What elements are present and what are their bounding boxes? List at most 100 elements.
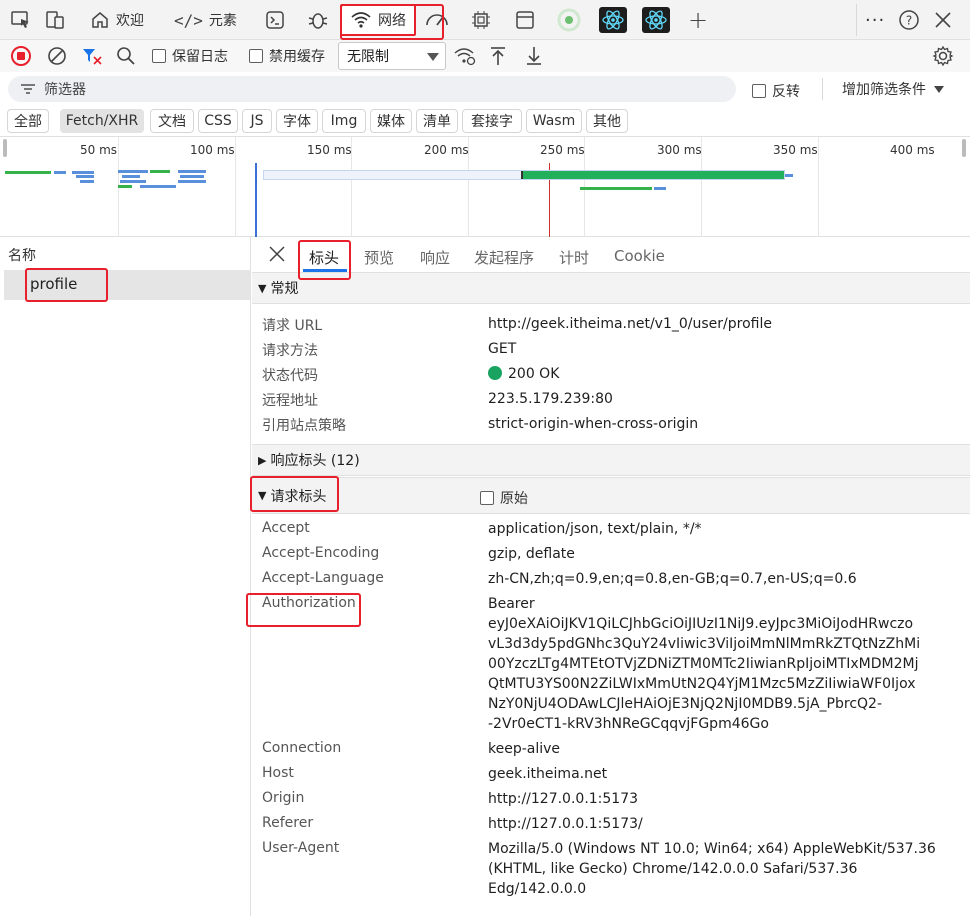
chip-js[interactable]: JS	[242, 109, 272, 133]
timeline-tick-label: 150 ms	[307, 143, 352, 157]
timeline-left-handle[interactable]	[3, 139, 7, 157]
settings-gear-icon[interactable]	[932, 44, 954, 68]
extension-green-icon[interactable]	[557, 7, 581, 33]
timeline-gridline	[818, 137, 819, 237]
name-column-header[interactable]: 名称	[0, 237, 250, 269]
chip-wasm[interactable]: Wasm	[526, 109, 582, 133]
chip-font[interactable]: 字体	[276, 109, 318, 133]
divider	[822, 78, 823, 100]
filter-clear-icon[interactable]	[80, 44, 104, 68]
timeline-bar	[76, 175, 94, 178]
timeline-tick-label: 400 ms	[890, 143, 935, 157]
tab-elements[interactable]: </> 元素	[174, 6, 237, 34]
timeline-overview[interactable]: 50 ms 100 ms 150 ms 200 ms 250 ms 300 ms…	[0, 136, 970, 237]
performance-icon[interactable]	[424, 7, 450, 33]
chip-fetch-xhr[interactable]: Fetch/XHR	[60, 109, 144, 133]
clear-icon[interactable]	[46, 44, 68, 68]
chip-css[interactable]: CSS	[198, 109, 238, 133]
inspect-element-icon[interactable]	[10, 7, 32, 33]
response-headers-section-header[interactable]: ▶ 响应标头 (12)	[252, 444, 970, 476]
network-toolbar: 保留日志 禁用缓存	[0, 40, 970, 72]
header-name: 状态代码	[262, 368, 318, 384]
throttling-select[interactable]: 无限制	[338, 42, 446, 70]
wifi-icon	[351, 12, 371, 28]
raw-headers-label: 原始	[500, 491, 528, 507]
timeline-bar	[785, 174, 793, 177]
timeline-bar	[150, 170, 170, 173]
triangle-down-icon: ▼	[258, 281, 267, 295]
header-name: Accept-Language	[262, 570, 384, 586]
tab-cookies[interactable]: Cookie	[614, 247, 665, 265]
tab-network[interactable]: 网络	[340, 4, 416, 36]
react-profiler-icon[interactable]	[642, 7, 670, 33]
filter-placeholder: 筛选器	[44, 82, 86, 98]
header-value: keep-alive	[488, 741, 561, 757]
application-icon[interactable]	[514, 7, 536, 33]
disable-cache-checkbox[interactable]: 禁用缓存	[249, 44, 325, 68]
divider	[856, 4, 857, 36]
request-list: 名称 profile	[0, 237, 251, 916]
tab-headers[interactable]: 标头	[309, 247, 339, 268]
header-name: 请求方法	[262, 343, 318, 359]
network-conditions-icon[interactable]	[453, 44, 477, 68]
raw-headers-checkbox[interactable]: 原始	[480, 488, 528, 508]
timeline-bar	[80, 180, 94, 183]
request-headers-section-header[interactable]: ▼ 请求标头 原始	[252, 477, 970, 514]
timeline-right-handle[interactable]	[962, 139, 966, 157]
react-components-icon[interactable]	[599, 7, 627, 33]
header-value: http://geek.itheima.net/v1_0/user/profil…	[488, 316, 772, 332]
add-tab-icon[interactable]: +	[688, 6, 708, 34]
more-filters-dropdown[interactable]: 增加筛选条件	[842, 79, 944, 99]
header-name: Authorization	[262, 595, 356, 611]
console-icon[interactable]	[264, 7, 286, 33]
chip-websocket[interactable]: 套接字	[462, 109, 522, 133]
close-details-icon[interactable]	[268, 245, 286, 267]
export-har-icon[interactable]	[524, 44, 544, 68]
device-emulation-icon[interactable]	[44, 7, 66, 33]
tab-response[interactable]: 响应	[420, 247, 450, 268]
record-icon[interactable]	[10, 44, 32, 68]
tab-timing[interactable]: 计时	[559, 247, 589, 268]
checkbox-icon	[752, 84, 766, 98]
tab-preview[interactable]: 预览	[364, 247, 394, 268]
tab-initiator[interactable]: 发起程序	[474, 247, 534, 268]
request-name: profile	[30, 275, 78, 293]
status-value: 200 OK	[488, 364, 958, 384]
bug-icon[interactable]	[307, 7, 329, 33]
details-tab-strip: 标头 预览 响应 发起程序 计时 Cookie	[252, 237, 970, 274]
chip-media[interactable]: 媒体	[370, 109, 412, 133]
help-icon[interactable]: ?	[898, 7, 920, 33]
filter-input[interactable]: 筛选器	[8, 76, 736, 102]
chip-other[interactable]: 其他	[586, 109, 628, 133]
timeline-bar	[654, 187, 666, 190]
header-name: Connection	[262, 740, 342, 756]
import-har-icon[interactable]	[488, 44, 508, 68]
chip-doc[interactable]: 文档	[150, 109, 194, 133]
request-row[interactable]: profile	[4, 270, 250, 300]
close-icon[interactable]	[933, 7, 953, 33]
header-name: Accept-Encoding	[262, 545, 380, 561]
timeline-tick-label: 300 ms	[657, 143, 702, 157]
status-success-icon	[488, 366, 502, 380]
triangle-down-icon	[934, 85, 944, 93]
more-options-icon[interactable]: ···	[865, 7, 885, 33]
header-value: http://127.0.0.1:5173/	[488, 816, 643, 832]
timeline-bar	[178, 180, 206, 183]
timeline-bar	[118, 170, 148, 173]
chip-manifest[interactable]: 清单	[416, 109, 458, 133]
chip-img[interactable]: Img	[322, 109, 366, 133]
disable-cache-label: 禁用缓存	[269, 49, 325, 65]
timeline-bar	[523, 171, 784, 179]
header-name: Origin	[262, 790, 305, 806]
preserve-log-checkbox[interactable]: 保留日志	[152, 44, 228, 68]
tab-welcome[interactable]: 欢迎	[90, 6, 144, 34]
invert-checkbox[interactable]: 反转	[752, 81, 800, 101]
chip-all[interactable]: 全部	[7, 109, 49, 133]
checkbox-icon	[152, 49, 166, 63]
status-code: 200 OK	[508, 366, 560, 382]
search-icon[interactable]	[116, 44, 136, 68]
memory-icon[interactable]	[470, 7, 492, 33]
timeline-bar	[140, 185, 176, 188]
timeline-bar	[122, 175, 140, 178]
general-section-header[interactable]: ▼ 常规	[252, 272, 970, 304]
